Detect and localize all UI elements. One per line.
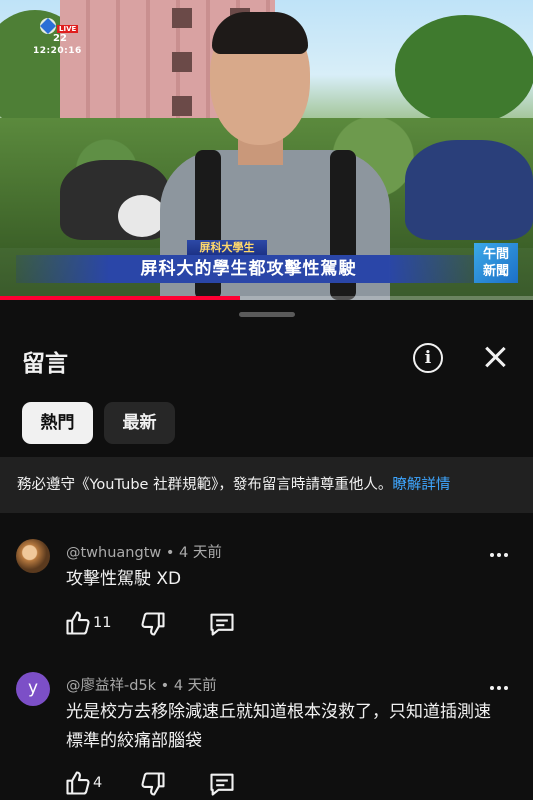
learn-more-link[interactable]: 瞭解詳情	[392, 477, 450, 493]
comment-author[interactable]: @廖益祥-d5k	[66, 678, 156, 694]
info-icon[interactable]: i	[413, 343, 443, 373]
avatar[interactable]	[16, 539, 50, 573]
comment-meta: @twhuangtw • 4 天前	[66, 545, 222, 561]
background-tree-right	[395, 15, 533, 125]
sheet-title: 留言	[22, 351, 68, 377]
dislike-icon[interactable]	[139, 610, 167, 638]
reply-icon[interactable]	[208, 610, 236, 638]
comment-item: @twhuangtw • 4 天前 攻擊性駕駛 XD 11	[0, 535, 533, 655]
more-options-icon[interactable]	[490, 678, 510, 698]
tab-top-comments[interactable]: 熱門	[22, 402, 93, 444]
comment-time: 4 天前	[173, 678, 217, 694]
news-program-logo: 午間 新聞	[474, 243, 518, 283]
community-guidelines-notice: 務必遵守《YouTube 社群規範》，發布留言時請尊重他人。瞭解詳情	[0, 457, 533, 513]
close-icon[interactable]	[481, 343, 509, 371]
comment-meta: @廖益祥-d5k • 4 天前	[66, 678, 217, 694]
comment-item: y @廖益祥-d5k • 4 天前 光是校方去移除減速丘就知道根本沒救了，只知道…	[0, 668, 533, 800]
live-tag: LIVE	[57, 25, 79, 33]
comment-time: 4 天前	[179, 545, 222, 561]
avatar[interactable]: y	[16, 672, 50, 706]
news-logo-line1: 午間	[482, 247, 509, 262]
news-caption: 屏科大的學生都攻擊性駕駛	[16, 255, 481, 283]
tab-newest-comments[interactable]: 最新	[104, 402, 175, 444]
like-icon[interactable]	[64, 769, 92, 797]
reply-icon[interactable]	[208, 770, 236, 798]
comment-text: 光是校方去移除減速丘就知道根本沒救了，只知道插測速標準的絞痛部腦袋	[66, 702, 491, 751]
guideline-text: 務必遵守《YouTube 社群規範》，發布留言時請尊重他人。	[17, 477, 393, 493]
drag-handle[interactable]	[239, 312, 295, 317]
broadcast-clock: 12:20:16	[33, 46, 82, 56]
video-player[interactable]: LIVE 22 12:20:16 屏科大學生 屏科大的學生都攻擊性駕駛 午間 新…	[0, 0, 533, 300]
comment-author[interactable]: @twhuangtw	[66, 545, 161, 561]
parked-scooter-right	[405, 140, 533, 240]
channel-number: 22	[53, 33, 67, 44]
dislike-icon[interactable]	[139, 770, 167, 798]
like-icon[interactable]	[64, 609, 92, 637]
like-count: 4	[93, 775, 103, 791]
more-options-icon[interactable]	[490, 545, 510, 565]
comments-sheet: 留言 i 熱門 最新 務必遵守《YouTube 社群規範》，發布留言時請尊重他人…	[0, 300, 533, 800]
helmet	[118, 195, 166, 237]
speaker-name-strip: 屏科大學生	[187, 240, 267, 255]
like-count: 11	[93, 615, 112, 631]
news-logo-line2: 新聞	[482, 264, 509, 279]
comment-text: 攻擊性駕駛 XD	[66, 569, 182, 589]
